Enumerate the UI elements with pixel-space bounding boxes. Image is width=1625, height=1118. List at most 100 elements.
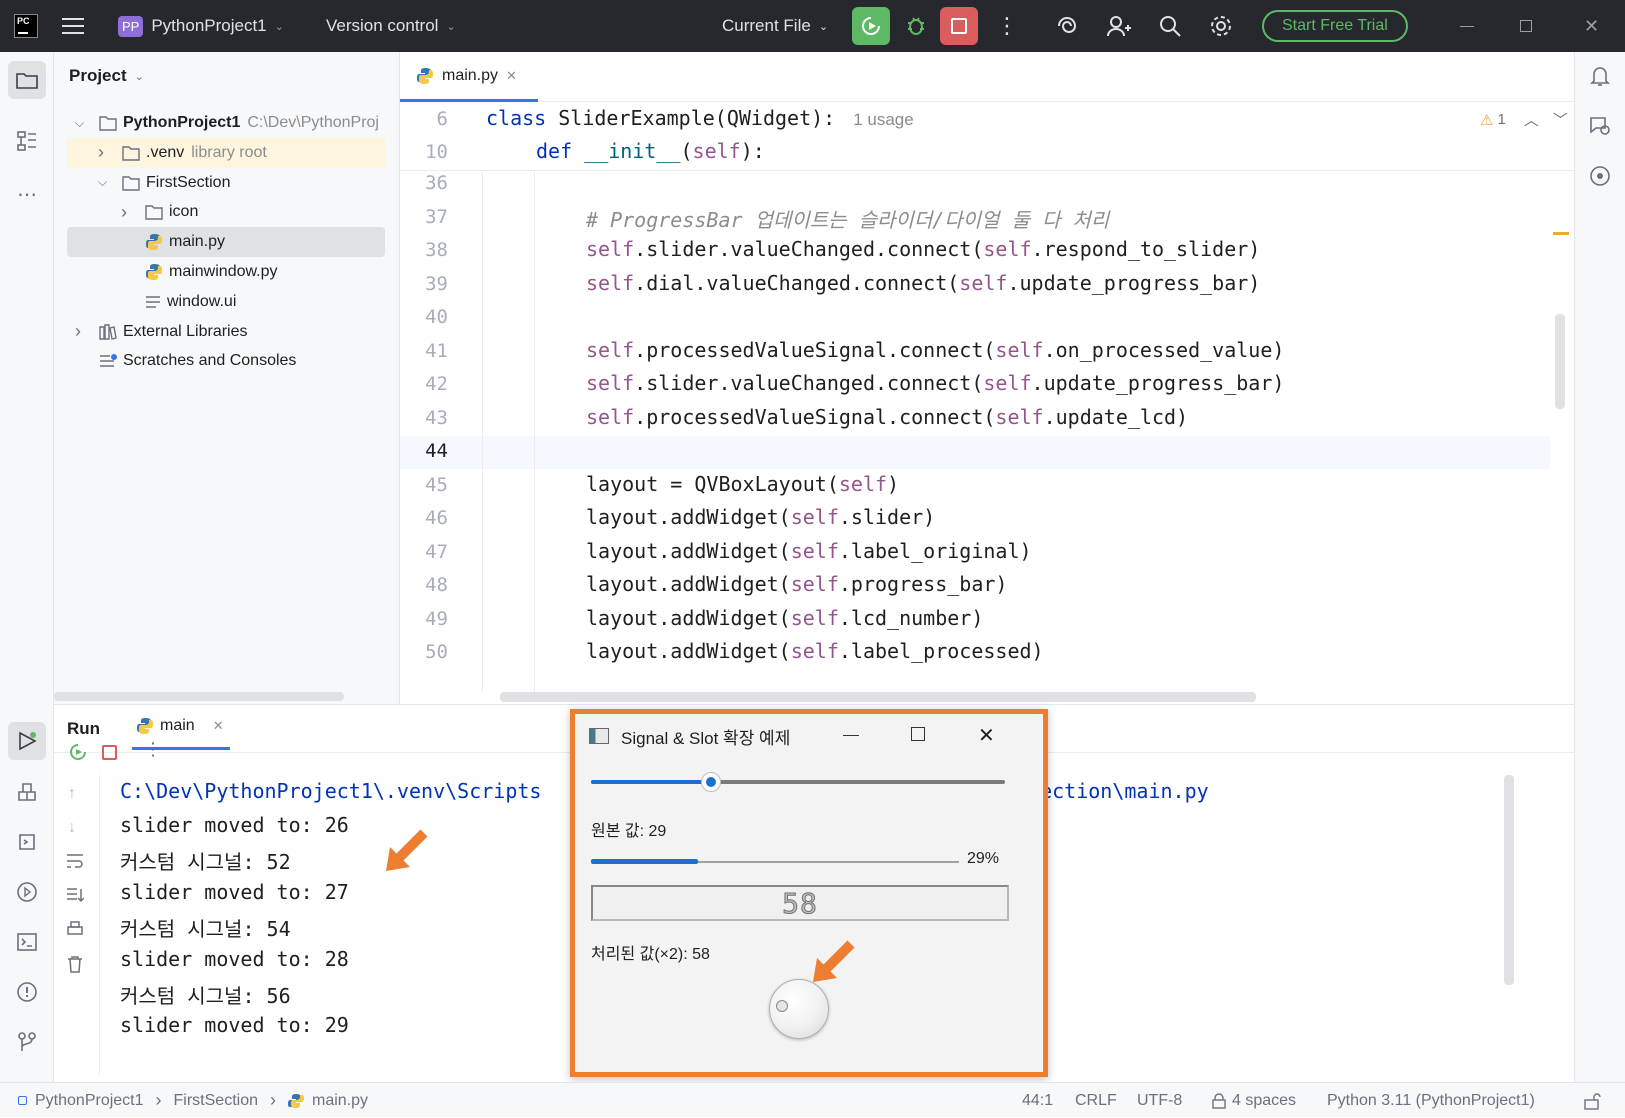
processed-value-label: 처리된 값(×2): 58: [591, 946, 710, 963]
chevron-right-icon[interactable]: ›: [98, 142, 114, 163]
more-icon[interactable]: ⋮: [144, 739, 162, 760]
ai-assistant-icon[interactable]: [1055, 0, 1079, 52]
output-line: 커스텀 시그널: 56: [120, 984, 291, 1008]
code-line[interactable]: layout = QVBoxLayout(self): [586, 472, 899, 496]
chevron-right-icon[interactable]: ›: [121, 202, 137, 223]
ai-chat-icon[interactable]: [1588, 114, 1612, 138]
maximize-icon[interactable]: [911, 727, 925, 741]
dial-notch: [776, 1000, 788, 1012]
tree-item[interactable]: › icon: [67, 197, 385, 227]
stop-button[interactable]: [940, 0, 978, 52]
dial[interactable]: [769, 979, 829, 1039]
project-tool-icon[interactable]: [8, 61, 46, 99]
notifications-icon[interactable]: [1588, 64, 1612, 88]
run-vertical-scrollbar[interactable]: [1504, 775, 1514, 985]
tree-item[interactable]: ⌵ FirstSection: [67, 168, 385, 198]
code-token: self: [790, 538, 839, 563]
project-panel-header[interactable]: Project ⌄: [69, 66, 144, 86]
horizontal-scrollbar[interactable]: [54, 692, 344, 701]
hamburger-menu-icon[interactable]: [62, 0, 84, 52]
stop-small-icon[interactable]: [102, 745, 117, 760]
code-line[interactable]: self.processedValueSignal.connect(self.o…: [586, 338, 1284, 362]
chevron-down-icon[interactable]: ﹀: [1553, 109, 1568, 130]
minimize-icon[interactable]: [1460, 0, 1474, 52]
caret-position[interactable]: 44:1: [1022, 1083, 1053, 1118]
maximize-icon[interactable]: [1520, 0, 1532, 52]
python-console-icon[interactable]: [13, 828, 41, 856]
chevron-right-icon[interactable]: ›: [75, 321, 91, 342]
indent-setting[interactable]: 4 spaces: [1212, 1083, 1296, 1118]
add-user-icon[interactable]: [1106, 0, 1132, 52]
sticky-code-line[interactable]: def __init__(self):: [536, 139, 765, 163]
slider-handle[interactable]: [701, 772, 722, 792]
code-line[interactable]: layout.addWidget(self.label_original): [586, 539, 1032, 563]
file-encoding[interactable]: UTF-8: [1137, 1083, 1182, 1118]
inspection-widget[interactable]: ⚠ 1 ︿ ﹀: [1480, 109, 1568, 130]
stop-icon: [940, 7, 978, 45]
value-slider[interactable]: [591, 771, 1005, 793]
debug-button[interactable]: [904, 0, 928, 52]
breadcrumb-item[interactable]: main.py: [312, 1092, 368, 1110]
line-number: 46: [425, 507, 448, 529]
rerun-small-icon[interactable]: [68, 742, 88, 762]
indent-guide: [534, 172, 535, 692]
line-separator[interactable]: CRLF: [1075, 1083, 1117, 1118]
rerun-button[interactable]: [852, 0, 890, 52]
code-line[interactable]: layout.addWidget(self.progress_bar): [586, 572, 1007, 596]
tree-item[interactable]: main.py: [67, 227, 385, 258]
code-token: self: [586, 270, 635, 295]
output-line: slider moved to: 29: [120, 1013, 349, 1038]
tree-item[interactable]: window.ui: [67, 287, 385, 317]
close-tab-icon[interactable]: ✕: [213, 718, 224, 734]
code-line[interactable]: layout.addWidget(self.label_processed): [586, 639, 1044, 663]
tree-item[interactable]: mainwindow.py: [67, 257, 385, 287]
more-tools-icon[interactable]: ⋯: [13, 180, 41, 208]
services-icon[interactable]: [13, 878, 41, 906]
interpreter[interactable]: Python 3.11 (PythonProject1): [1327, 1083, 1535, 1118]
chevron-down-icon[interactable]: ⌵: [98, 175, 114, 190]
code-line[interactable]: self.dial.valueChanged.connect(self.upda…: [586, 271, 1260, 295]
breadcrumb-item[interactable]: FirstSection: [174, 1092, 258, 1110]
close-tab-icon[interactable]: ✕: [506, 68, 517, 84]
editor-vertical-scrollbar[interactable]: [1555, 314, 1565, 409]
project-selector[interactable]: PP PythonProject1 ⌄: [118, 0, 284, 52]
readonly-toggle-icon[interactable]: [1584, 1092, 1602, 1110]
run-config-selector[interactable]: Current File ⌄: [722, 0, 828, 52]
code-token: layout.addWidget(: [586, 505, 791, 529]
sticky-code-line[interactable]: class SliderExample(QWidget): 1 usage: [486, 106, 914, 130]
version-control-menu[interactable]: Version control ⌄: [326, 0, 456, 52]
arrow-up-icon[interactable]: ↑: [68, 785, 76, 803]
start-free-trial-button[interactable]: Start Free Trial: [1262, 0, 1408, 52]
python-packages-icon[interactable]: [13, 778, 41, 806]
run-tool-icon[interactable]: [8, 722, 46, 760]
code-line[interactable]: layout.addWidget(self.slider): [586, 505, 935, 529]
chevron-down-icon[interactable]: ⌵: [75, 116, 91, 131]
structure-tool-icon[interactable]: [13, 127, 41, 155]
minimize-icon[interactable]: [843, 735, 859, 736]
code-token: self: [959, 270, 1008, 295]
code-line[interactable]: layout.addWidget(self.lcd_number): [586, 606, 983, 630]
tree-item[interactable]: › .venv library root: [67, 137, 385, 168]
close-icon[interactable]: ✕: [1584, 0, 1599, 52]
code-line[interactable]: self.processedValueSignal.connect(self.u…: [586, 405, 1188, 429]
warning-marker[interactable]: [1553, 232, 1569, 235]
git-icon[interactable]: [13, 1028, 41, 1056]
code-line[interactable]: self.slider.valueChanged.connect(self.up…: [586, 371, 1284, 395]
terminal-icon[interactable]: [13, 928, 41, 956]
code-line[interactable]: # ProgressBar 업데이트는 슬라이더/다이얼 둘 다 처리: [586, 204, 1109, 233]
code-line[interactable]: self.slider.valueChanged.connect(self.re…: [586, 237, 1260, 261]
close-icon[interactable]: ✕: [978, 723, 995, 748]
search-icon[interactable]: [1158, 0, 1182, 52]
editor-horizontal-scrollbar[interactable]: [500, 692, 1256, 702]
coverage-icon[interactable]: [1588, 164, 1612, 188]
chevron-up-icon[interactable]: ︿: [1524, 109, 1539, 130]
tree-item[interactable]: Scratches and Consoles: [67, 346, 385, 376]
usage-hint[interactable]: 1 usage: [853, 110, 914, 129]
tree-item[interactable]: ⌵ PythonProject1 C:\Dev\PythonProj: [67, 108, 385, 138]
problems-icon[interactable]: [13, 978, 41, 1006]
more-icon[interactable]: ⋮: [996, 0, 1018, 52]
settings-icon[interactable]: [1209, 0, 1233, 52]
breadcrumb-item[interactable]: PythonProject1: [35, 1092, 144, 1110]
tree-item[interactable]: › External Libraries: [67, 317, 385, 347]
tab-main-py[interactable]: main.py ✕: [400, 52, 538, 102]
